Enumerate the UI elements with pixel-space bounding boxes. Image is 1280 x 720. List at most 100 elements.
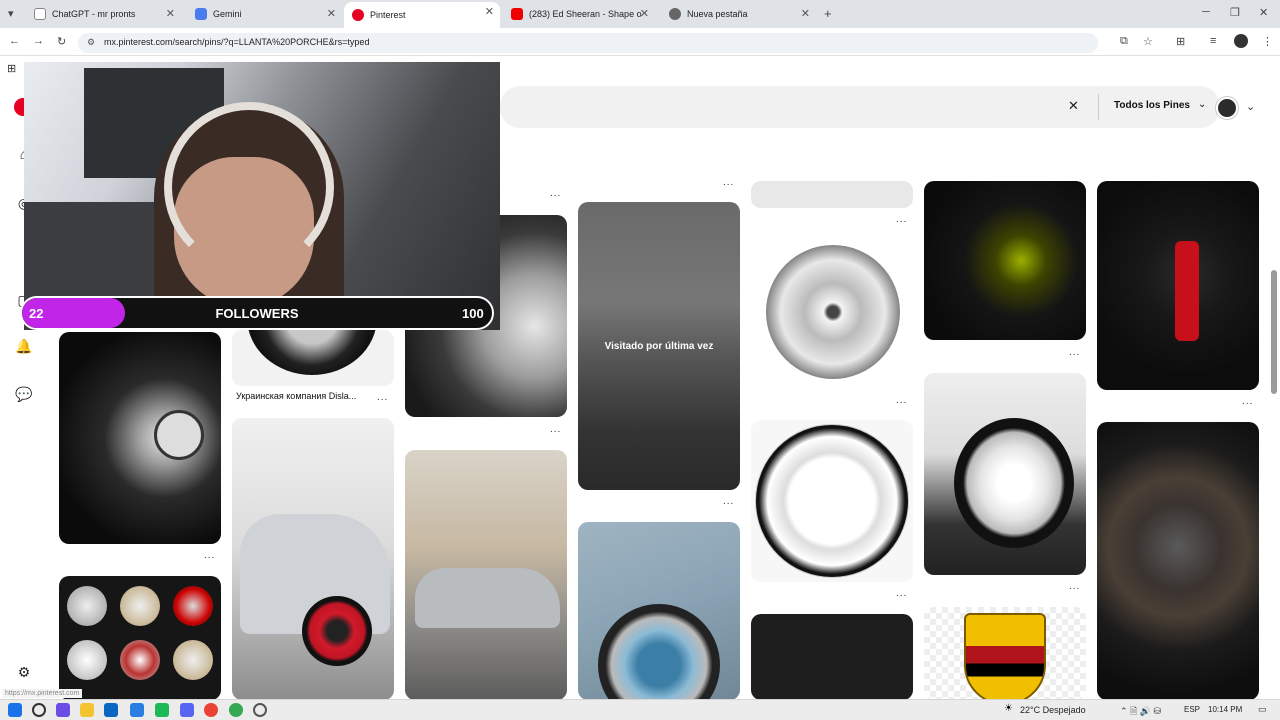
pin-911-under-bridge[interactable] xyxy=(405,450,567,700)
weather-text[interactable]: 22°C Despejado xyxy=(1020,705,1086,715)
pin-gt3rs-showroom[interactable] xyxy=(232,418,394,700)
new-tab-icon[interactable]: + xyxy=(824,6,832,21)
car-body xyxy=(415,568,560,628)
wheel-thumb xyxy=(120,586,160,626)
pin-black-wheel-yellow-caliper[interactable] xyxy=(924,181,1086,340)
start-icon[interactable] xyxy=(8,703,22,717)
clock[interactable]: 10:14 PM xyxy=(1208,705,1242,714)
pin-more-icon[interactable]: ... xyxy=(1069,347,1080,358)
chrome-icon[interactable] xyxy=(204,703,218,717)
pin-wheel-collection[interactable] xyxy=(59,576,221,700)
pin-more-icon[interactable]: ... xyxy=(896,588,907,599)
notifications-icon[interactable]: 🔔 xyxy=(14,338,34,358)
language-indicator[interactable]: ESP xyxy=(1184,705,1200,714)
pin-classic-split-rim[interactable] xyxy=(751,240,913,388)
close-icon[interactable]: ✕ xyxy=(640,7,649,20)
reading-list-icon[interactable]: ≡ xyxy=(1210,35,1216,47)
tab-label: Gemini xyxy=(213,9,242,19)
search-bar[interactable]: ✕ Todos los Pines ⌄ xyxy=(500,86,1220,128)
maximize-icon[interactable]: ❐ xyxy=(1230,6,1240,19)
tire-shape xyxy=(247,330,377,375)
pin-911-sunset[interactable]: Visitado por última vez xyxy=(578,202,740,490)
pin-red-caliper[interactable] xyxy=(1097,181,1259,390)
chrome-icon[interactable] xyxy=(229,703,243,717)
tab-label: (283) Ed Sheeran - Shape o xyxy=(529,9,642,19)
app-icon[interactable] xyxy=(155,703,169,717)
settings-gear-icon[interactable]: ⚙ xyxy=(14,664,34,684)
pin-more-icon[interactable]: ... xyxy=(550,188,561,199)
account-chevron-icon[interactable]: ⌄ xyxy=(1246,100,1255,113)
youtube-icon xyxy=(511,8,523,20)
tab-gemini[interactable]: Gemini ✕ xyxy=(187,4,342,24)
obs-icon[interactable] xyxy=(253,703,267,717)
pin-more-icon[interactable]: ... xyxy=(896,395,907,406)
close-icon[interactable]: ✕ xyxy=(485,5,494,18)
apps-grid-icon[interactable]: ⊞ xyxy=(7,62,16,75)
tab-label: Nueva pestaña xyxy=(687,9,748,19)
pin-more-icon[interactable]: ... xyxy=(1242,396,1253,407)
pin-black-helmet[interactable] xyxy=(751,614,913,700)
close-icon[interactable]: ✕ xyxy=(327,7,336,20)
pin-more-icon[interactable]: ... xyxy=(377,392,388,403)
tab-chatgpt[interactable]: ChatGPT - mr pronts ✕ xyxy=(26,4,181,24)
filter-dropdown[interactable]: Todos los Pines xyxy=(1114,100,1190,111)
close-icon[interactable]: ✕ xyxy=(166,7,175,20)
tab-search-icon[interactable]: ▾ xyxy=(8,7,14,20)
pin-fuchs-blue-wheel[interactable] xyxy=(578,522,740,700)
install-icon[interactable]: ⧉ xyxy=(1120,35,1128,48)
porsche-crest-icon xyxy=(964,613,1046,700)
profile-avatar-icon[interactable] xyxy=(1234,34,1248,48)
window-close-icon[interactable]: ✕ xyxy=(1259,6,1268,19)
file-explorer-icon[interactable] xyxy=(80,703,94,717)
clear-search-icon[interactable]: ✕ xyxy=(1068,98,1079,114)
pin-caption[interactable]: Украинская компания Disla... xyxy=(236,391,356,401)
forward-icon[interactable]: → xyxy=(33,35,44,47)
pin-more-icon[interactable]: ... xyxy=(896,214,907,225)
discord-icon[interactable] xyxy=(180,703,194,717)
weather-icon[interactable]: ☀ xyxy=(1004,703,1013,714)
tab-new-tab[interactable]: Nueva pestaña ✕ xyxy=(661,4,816,24)
menu-kebab-icon[interactable]: ⋮ xyxy=(1262,35,1273,48)
tab-pinterest[interactable]: Pinterest ✕ xyxy=(344,2,500,28)
pin-more-icon[interactable]: ... xyxy=(204,550,215,561)
app-icon[interactable] xyxy=(104,703,118,717)
profile-avatar[interactable] xyxy=(1216,97,1238,119)
porsche-crest-center xyxy=(154,410,204,460)
search-icon[interactable] xyxy=(32,703,46,717)
pin-more-icon[interactable]: ... xyxy=(1069,581,1080,592)
split-rim-wheel xyxy=(766,245,900,379)
pin-bronze-wheel[interactable] xyxy=(1097,422,1259,700)
visited-overlay: Visitado por última vez xyxy=(604,340,714,352)
white-wheel xyxy=(954,418,1074,548)
pin-more-icon[interactable]: ... xyxy=(550,424,561,435)
pin-white-wheel-pzero[interactable] xyxy=(924,373,1086,575)
pin-fuchs-outline-wheel[interactable] xyxy=(751,420,913,582)
pin-porsche-wheel-black[interactable] xyxy=(59,332,221,544)
notification-center-icon[interactable]: ▭ xyxy=(1258,704,1267,715)
url-text: mx.pinterest.com/search/pins/?q=LLANTA%2… xyxy=(104,37,370,47)
globe-icon xyxy=(669,8,681,20)
tab-youtube[interactable]: (283) Ed Sheeran - Shape o ✕ xyxy=(503,4,655,24)
pin-top-crop[interactable] xyxy=(751,181,913,208)
reload-icon[interactable]: ↻ xyxy=(57,35,66,48)
page-scrollbar[interactable] xyxy=(1271,270,1277,394)
pin-more-icon[interactable]: ... xyxy=(723,177,734,188)
wheel-thumb xyxy=(120,640,160,680)
close-icon[interactable]: ✕ xyxy=(801,7,810,20)
system-tray-icons[interactable]: ⌃ 🗎 🔊 ⛁ xyxy=(1120,704,1161,720)
messages-icon[interactable]: 💬 xyxy=(14,386,34,406)
back-icon[interactable]: ← xyxy=(9,35,20,47)
pin-tire-top[interactable] xyxy=(232,330,394,386)
chevron-down-icon[interactable]: ⌄ xyxy=(1198,99,1206,110)
extensions-icon[interactable]: ⊞ xyxy=(1176,35,1185,48)
edge-icon[interactable] xyxy=(130,703,144,717)
bookmark-star-icon[interactable]: ☆ xyxy=(1143,35,1153,48)
minimize-icon[interactable]: ─ xyxy=(1202,6,1210,18)
pin-porsche-crest[interactable] xyxy=(924,607,1086,700)
site-info-icon[interactable]: ⚙ xyxy=(87,37,95,48)
pin-more-icon[interactable]: ... xyxy=(723,496,734,507)
tab-label: ChatGPT - mr pronts xyxy=(52,9,136,19)
address-bar[interactable]: ⚙ mx.pinterest.com/search/pins/?q=LLANTA… xyxy=(78,33,1098,53)
outline-wheel xyxy=(755,424,909,578)
app-icon[interactable] xyxy=(56,703,70,717)
